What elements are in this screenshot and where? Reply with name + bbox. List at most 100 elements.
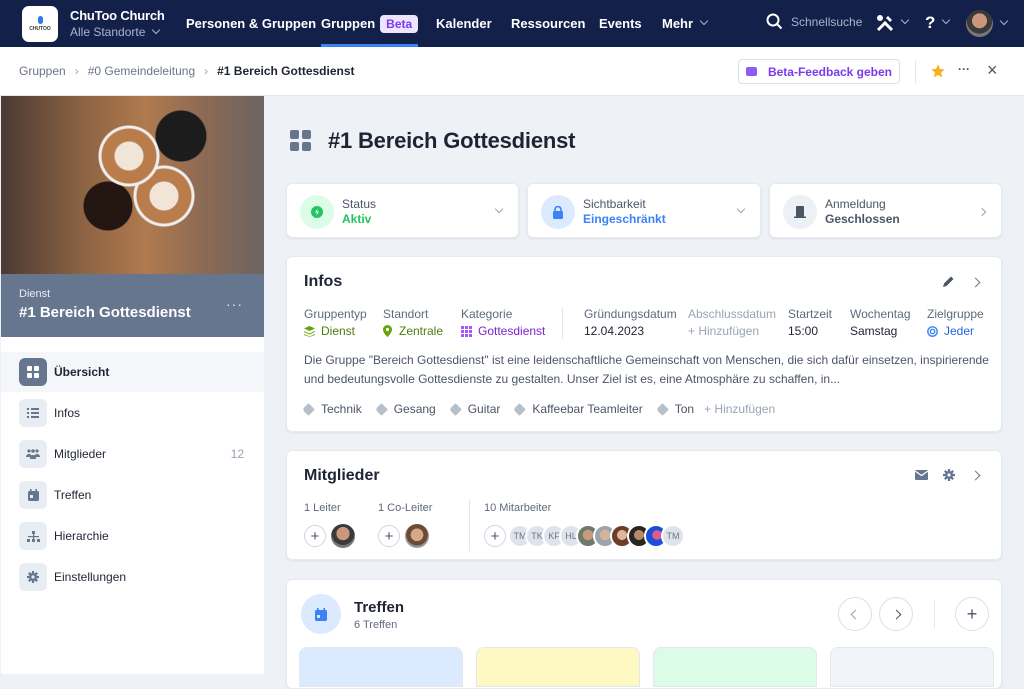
breadcrumb-gruppen[interactable]: Gruppen (19, 64, 66, 78)
close-button[interactable]: × (987, 60, 998, 81)
next-meetings-button[interactable] (879, 597, 913, 631)
tools-menu[interactable] (876, 14, 910, 32)
breadcrumb-gemeindeleitung[interactable]: #0 Gemeindeleitung (88, 64, 195, 78)
tag-label: Guitar (467, 402, 501, 416)
tag-icon (302, 402, 315, 416)
add-staff-button[interactable]: + (484, 525, 506, 547)
status-label: Status (342, 197, 377, 211)
sidebar-item-mitglieder[interactable]: Mitglieder 12 (1, 434, 264, 474)
tag[interactable]: Guitar (448, 402, 501, 416)
star-icon (931, 64, 945, 78)
add-co-leader-button[interactable]: + (378, 525, 400, 547)
sidebar-item-infos[interactable]: Infos (1, 393, 264, 433)
registration-card[interactable]: Anmeldung Geschlossen (769, 183, 1002, 238)
favorite-button[interactable] (930, 63, 946, 79)
field-gruppentyp: Gruppentyp Dienst (304, 307, 367, 338)
tag[interactable]: Kaffeebar Teamleiter (513, 402, 643, 416)
field-gruendungsdatum: Gründungsdatum 12.04.2023 (584, 307, 677, 338)
meetings-divider (934, 600, 935, 628)
calendar-icon (315, 607, 327, 621)
sidebar-item-einstellungen[interactable]: Einstellungen (1, 557, 264, 597)
member-avatar[interactable]: TM (661, 524, 685, 548)
sidebar-item-treffen[interactable]: Treffen (1, 475, 264, 515)
staff-label: 10 Mitarbeiter (484, 502, 552, 514)
door-icon (794, 206, 806, 218)
logo-text: CHUTOO (29, 26, 51, 32)
add-tag-button[interactable]: + Hinzufügen (704, 402, 775, 416)
top-navigation-bar: CHUTOO ChuToo Church Alle Standorte Pers… (0, 0, 1024, 47)
members-title: Mitglieder (304, 467, 380, 484)
toolbar-divider (915, 60, 916, 84)
group-type: Dienst (19, 288, 51, 300)
meeting-tile[interactable] (830, 647, 994, 687)
edit-button[interactable] (942, 275, 955, 288)
tag-label: Gesang (393, 402, 436, 416)
meetings-icon-circle (301, 594, 341, 634)
members-count: 12 (230, 447, 244, 461)
field-label: Abschlussdatum (688, 307, 777, 321)
page-title: #1 Bereich Gottesdienst (290, 128, 575, 154)
meeting-tile[interactable] (299, 647, 463, 687)
tag-list: Technik Gesang Guitar Kaffeebar Teamleit… (302, 402, 775, 416)
more-button[interactable]: ··· (958, 62, 970, 76)
field-value-row: Dienst (304, 324, 367, 338)
location-selector[interactable]: Alle Standorte (70, 25, 165, 39)
members-open-button[interactable] (970, 470, 981, 481)
logo-drop-icon (37, 16, 43, 24)
co-leader-avatar[interactable] (405, 524, 429, 548)
group-menu-button[interactable]: ··· (226, 296, 243, 312)
tag-icon (448, 402, 462, 416)
sidebar-item-label: Treffen (54, 488, 92, 502)
nav-events[interactable]: Events (599, 0, 642, 47)
add-leader-button[interactable]: + (304, 525, 326, 547)
sidebar-item-label: Infos (54, 406, 81, 420)
group-description: Die Gruppe "Bereich Gottesdienst" ist ei… (304, 353, 989, 386)
members-settings-button[interactable] (943, 469, 955, 481)
pencil-icon (943, 276, 954, 287)
tag-icon (374, 402, 388, 416)
church-logo[interactable]: CHUTOO (22, 6, 58, 42)
visibility-card[interactable]: Sichtbarkeit Eingeschränkt (527, 183, 761, 238)
beta-feedback-button[interactable]: Beta-Feedback geben (738, 59, 900, 84)
registration-value: Geschlossen (825, 212, 900, 226)
help-menu[interactable]: ? (925, 13, 951, 33)
nav-personen-gruppen[interactable]: Personen & Gruppen (186, 0, 316, 47)
meeting-tile[interactable] (476, 647, 640, 687)
grid-icon (290, 130, 311, 151)
nav-mehr[interactable]: Mehr (662, 0, 709, 47)
user-menu[interactable] (966, 10, 1009, 37)
field-value: Gottesdienst (478, 324, 546, 338)
status-circle (300, 195, 334, 229)
tag[interactable]: Technik (302, 402, 362, 416)
field-wochentag: Wochentag Samstag (850, 307, 911, 338)
infos-open-button[interactable] (970, 277, 981, 288)
email-members-button[interactable] (915, 470, 928, 480)
tag[interactable]: Ton (655, 402, 694, 416)
feedback-label: Beta-Feedback geben (767, 64, 893, 79)
add-end-date-button[interactable]: + Hinzufügen (688, 324, 776, 338)
sidebar-item-hierarchie[interactable]: Hierarchie (1, 516, 264, 556)
leader-avatar[interactable] (331, 524, 355, 548)
status-card[interactable]: Status Aktiv (286, 183, 519, 238)
org-switcher[interactable]: ChuToo Church Alle Standorte (70, 8, 165, 39)
nav-ressourcen[interactable]: Ressourcen (511, 0, 585, 47)
plus-icon: + (966, 603, 978, 624)
meetings-title: Treffen (354, 599, 405, 616)
breadcrumb: Gruppen › #0 Gemeindeleitung › #1 Bereic… (19, 64, 355, 78)
add-meeting-button[interactable]: + (955, 597, 989, 631)
quick-search[interactable]: Schnellsuche (766, 13, 862, 30)
meeting-tile[interactable] (653, 647, 817, 687)
gear-icon (943, 469, 955, 481)
field-kategorie: Kategorie Gottesdienst (461, 307, 545, 338)
tag-label: Kaffeebar Teamleiter (532, 402, 643, 416)
breadcrumb-separator-icon: › (204, 64, 209, 78)
chevron-down-icon (942, 15, 951, 25)
location-pin-icon (383, 325, 392, 337)
sidebar-item-uebersicht[interactable]: Übersicht (1, 352, 264, 392)
nav-kalender[interactable]: Kalender (436, 0, 492, 47)
previous-meetings-button[interactable] (838, 597, 872, 631)
tag[interactable]: Gesang (374, 402, 436, 416)
chevron-right-icon (970, 470, 981, 481)
nav-gruppen[interactable]: Gruppen Beta (321, 0, 419, 47)
group-sidebar: Dienst #1 Bereich Gottesdienst ··· Übers… (1, 96, 264, 674)
